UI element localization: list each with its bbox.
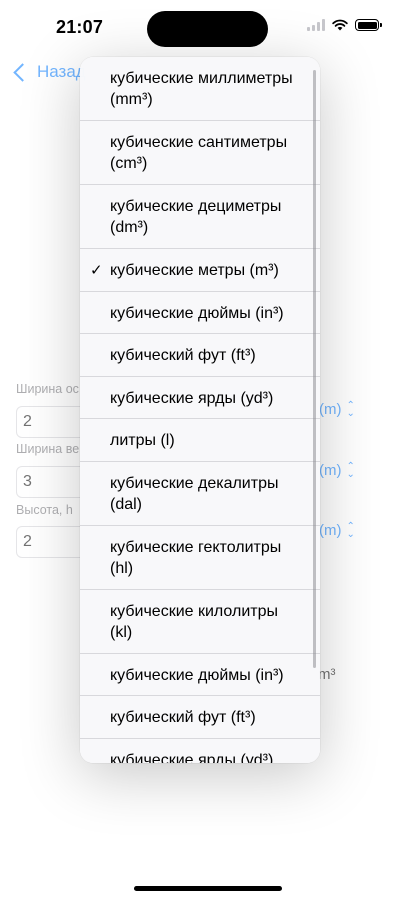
menu-item-cubic-feet[interactable]: кубический фут (ft³) bbox=[80, 334, 320, 377]
menu-item-cubic-meters[interactable]: ✓ кубические метры (m³) bbox=[80, 249, 320, 292]
cellular-signal-icon bbox=[307, 19, 325, 31]
menu-item-label: кубические миллиметры bbox=[110, 70, 293, 87]
menu-item-label: кубические дюймы (in³) bbox=[110, 666, 284, 684]
menu-item-cubic-yards[interactable]: кубические ярды (yd³) bbox=[80, 739, 320, 764]
back-button[interactable]: Назад bbox=[12, 62, 86, 82]
chevron-left-icon bbox=[13, 62, 32, 82]
top-width-unit-select[interactable]: (m) ⌃ ⌄ bbox=[319, 460, 355, 480]
height-unit-select[interactable]: (m) ⌃ ⌄ bbox=[319, 520, 355, 540]
unit-label: (m) bbox=[319, 462, 342, 479]
menu-item-label: кубические килолитры bbox=[110, 602, 278, 620]
menu-item-label: литры (l) bbox=[110, 432, 175, 449]
unit-label: (m) bbox=[319, 401, 342, 418]
base-width-input[interactable]: 2 bbox=[16, 406, 86, 438]
menu-item-cubic-hectoliters[interactable]: кубические гектолитры (hl) bbox=[80, 526, 320, 590]
unit-dropdown-menu[interactable]: кубические миллиметры (mm³) кубические с… bbox=[80, 57, 320, 763]
chevron-updown-icon: ⌃ ⌄ bbox=[346, 520, 355, 540]
menu-item-sublabel: (cm³) bbox=[110, 155, 148, 172]
status-time: 21:07 bbox=[56, 17, 104, 37]
menu-item-label: кубические ярды (yd³) bbox=[110, 751, 274, 764]
menu-item-cubic-yards[interactable]: кубические ярды (yd³) bbox=[80, 377, 320, 419]
status-bar: 21:07 bbox=[0, 0, 415, 56]
field-label-height: Высота, h bbox=[16, 503, 73, 517]
menu-item-label: кубический фут (ft³) bbox=[110, 709, 256, 726]
result-unit-label: m³ bbox=[318, 666, 336, 683]
menu-item-liters[interactable]: литры (l) bbox=[80, 419, 320, 462]
menu-item-sublabel: (kl) bbox=[110, 623, 133, 641]
menu-item-sublabel: (mm³) bbox=[110, 91, 153, 108]
menu-scrollbar[interactable] bbox=[313, 70, 316, 668]
menu-item-cubic-kiloliters[interactable]: кубические килолитры (kl) bbox=[80, 590, 320, 654]
home-indicator[interactable] bbox=[134, 886, 282, 891]
menu-item-cubic-centimeters[interactable]: кубические сантиметры (cm³) bbox=[80, 121, 320, 185]
back-label: Назад bbox=[37, 62, 86, 81]
menu-item-label: кубические метры (m³) bbox=[110, 262, 279, 279]
menu-item-sublabel: (dal) bbox=[110, 495, 143, 513]
menu-item-label: кубические декалитры bbox=[110, 474, 279, 492]
menu-item-sublabel: (dm³) bbox=[110, 219, 149, 236]
battery-icon bbox=[355, 19, 382, 31]
menu-item-label: кубические дюймы (in³) bbox=[110, 304, 284, 322]
menu-item-cubic-inches[interactable]: кубические дюймы (in³) bbox=[80, 654, 320, 696]
menu-item-label: кубический фут (ft³) bbox=[110, 347, 256, 364]
menu-item-label: кубические ярды (yd³) bbox=[110, 389, 274, 407]
chevron-updown-icon: ⌃ ⌄ bbox=[346, 460, 355, 480]
menu-item-label: кубические дециметры bbox=[110, 198, 282, 215]
menu-item-label: кубические сантиметры bbox=[110, 134, 288, 151]
menu-item-cubic-millimeters[interactable]: кубические миллиметры (mm³) bbox=[80, 57, 320, 121]
unit-label: (m) bbox=[319, 522, 342, 539]
menu-item-cubic-decimeters[interactable]: кубические дециметры (dm³) bbox=[80, 185, 320, 249]
menu-item-cubic-decaliters[interactable]: кубические декалитры (dal) bbox=[80, 462, 320, 526]
top-width-input[interactable]: 3 bbox=[16, 466, 86, 498]
menu-item-label: кубические гектолитры bbox=[110, 538, 282, 556]
checkmark-icon: ✓ bbox=[90, 262, 103, 279]
base-width-unit-select[interactable]: (m) ⌃ ⌄ bbox=[319, 399, 355, 419]
field-label-base-width: Ширина ос bbox=[16, 382, 79, 396]
chevron-updown-icon: ⌃ ⌄ bbox=[346, 399, 355, 419]
height-input[interactable]: 2 bbox=[16, 526, 86, 558]
field-label-top-width: Ширина ве bbox=[16, 442, 80, 456]
status-icons bbox=[307, 19, 382, 31]
menu-item-sublabel: (hl) bbox=[110, 559, 134, 577]
wifi-icon bbox=[332, 19, 348, 31]
menu-item-cubic-feet[interactable]: кубический фут (ft³) bbox=[80, 696, 320, 739]
menu-item-cubic-inches[interactable]: кубические дюймы (in³) bbox=[80, 292, 320, 334]
dynamic-island bbox=[147, 11, 268, 47]
